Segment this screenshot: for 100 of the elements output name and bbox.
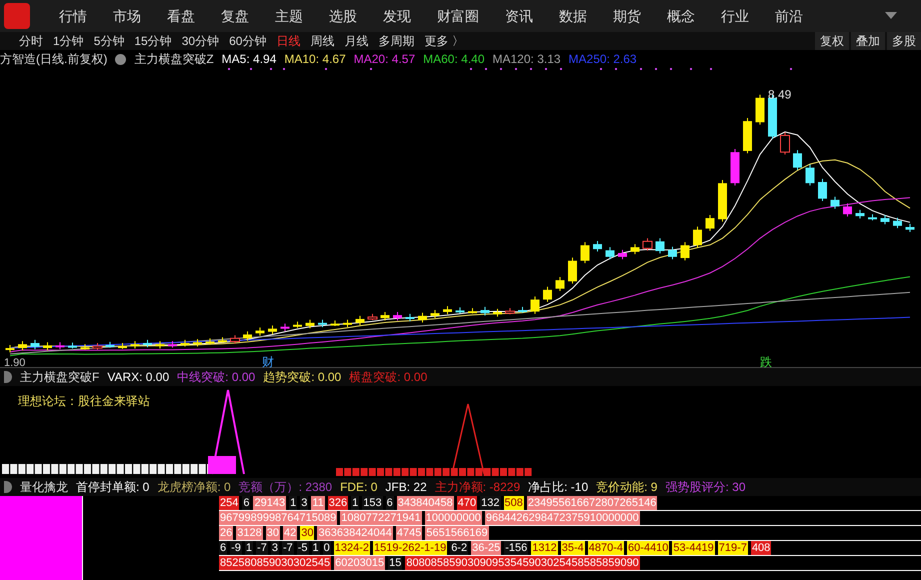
number-run: 60203015 — [334, 556, 386, 570]
number-run: 132 — [480, 496, 500, 510]
toolbar-button[interactable]: 多股 — [887, 32, 921, 50]
menu-item[interactable]: 复盘 — [208, 6, 262, 26]
candlestick — [706, 214, 714, 232]
number-run: 326 — [328, 496, 348, 510]
number-run: 9679989998764715089 — [219, 511, 338, 525]
candlestick — [230, 334, 240, 344]
legend-value: 中线突破: 0.00 — [177, 369, 256, 386]
number-run: -7 — [282, 541, 294, 555]
number-run: 1 — [312, 541, 320, 555]
candlestick — [593, 240, 602, 252]
number-run: -9 — [230, 541, 242, 555]
legend-value: MA5: 4.94 — [222, 51, 276, 68]
candlestick — [468, 308, 477, 314]
period-tab[interactable]: 多周期 — [373, 32, 420, 50]
candlestick — [356, 315, 364, 326]
candlestick — [656, 238, 664, 254]
number-run: 30 — [266, 526, 280, 540]
number-run: 852580859030302545 — [219, 556, 332, 570]
candlestick — [268, 325, 277, 335]
candlestick — [118, 342, 127, 350]
candlestick — [756, 94, 764, 126]
number-run: 6 — [219, 541, 228, 555]
period-tab[interactable]: 月线 — [339, 32, 374, 50]
menu-item[interactable]: 前沿 — [762, 6, 816, 26]
number-run: 6 — [242, 496, 250, 510]
menu-item[interactable]: 主题 — [262, 6, 316, 26]
number-run: 508 — [504, 496, 524, 510]
menu-item[interactable]: 财富圈 — [424, 6, 492, 26]
candlestick — [393, 311, 402, 321]
menu-item[interactable]: 发现 — [370, 6, 424, 26]
toolbar-button[interactable]: 复权 — [815, 32, 849, 50]
candlestick — [143, 339, 152, 348]
candlestick — [106, 341, 114, 348]
candlestick — [518, 306, 527, 314]
menu-item[interactable]: 行情 — [46, 6, 100, 26]
candlestick — [168, 340, 177, 348]
period-tab[interactable]: 1分钟 — [48, 32, 89, 50]
candlestick — [80, 344, 90, 350]
period-tab[interactable]: 更多 〉 — [419, 32, 469, 50]
menu-item[interactable]: 资讯 — [492, 6, 546, 26]
menu-item[interactable]: 市场 — [100, 6, 154, 26]
legend-value: 横盘突破: 0.00 — [349, 369, 428, 386]
candlestick — [406, 313, 414, 322]
legend-value: 主力净额: -8229 — [434, 479, 520, 496]
candlestick — [456, 306, 464, 314]
menu-item[interactable]: 期货 — [600, 6, 654, 26]
chart-marker: 跌 — [760, 355, 772, 368]
menu-item[interactable]: 数据 — [546, 6, 600, 26]
candlestick — [618, 249, 627, 260]
number-run: 1324-2 — [334, 541, 370, 555]
period-tab[interactable]: 日线 — [271, 32, 306, 50]
candlestick — [480, 306, 490, 316]
candlestick — [906, 223, 914, 233]
candlestick — [743, 117, 752, 154]
menu-item[interactable]: 选股 — [316, 6, 370, 26]
number-run: 6-2 — [450, 541, 468, 555]
legend-value: 首停封单额: 0 — [76, 479, 150, 496]
indicator-name: 主力横盘突破F — [20, 369, 100, 386]
legend-value: VARX: 0.00 — [107, 369, 170, 386]
number-run: 30 — [300, 526, 314, 540]
menu-item[interactable]: 行业 — [708, 6, 762, 26]
candlestick — [56, 342, 64, 350]
candlestick — [556, 276, 564, 292]
dropdown-icon[interactable] — [885, 12, 897, 20]
period-tab[interactable]: 周线 — [305, 32, 340, 50]
number-run: 11 — [311, 496, 325, 510]
candlestick — [780, 132, 790, 155]
candlestick — [293, 321, 302, 328]
legend-value: 强势股评分: 30 — [665, 479, 746, 496]
candlestick — [493, 308, 502, 318]
number-run: 6 — [386, 496, 394, 510]
period-tab[interactable]: 5分钟 — [88, 32, 130, 50]
legend-value: MA120: 3.13 — [492, 51, 561, 68]
candlestick — [818, 178, 827, 202]
number-run: 29143 — [253, 496, 286, 510]
candlestick — [880, 214, 890, 225]
candlestick — [343, 319, 352, 328]
candlestick — [530, 296, 540, 314]
legend-value: JFB: 22 — [385, 479, 427, 496]
candlestick — [580, 242, 590, 264]
number-run: 15 — [388, 556, 402, 570]
period-tab[interactable]: 分时 — [14, 32, 48, 50]
candlestick — [693, 226, 702, 248]
toolbar-button[interactable]: 叠加 — [851, 32, 885, 50]
number-run: 1080772271941 — [340, 511, 422, 525]
menu-item[interactable]: 概念 — [654, 6, 708, 26]
period-tab[interactable]: 60分钟 — [224, 32, 272, 50]
period-tab[interactable]: 30分钟 — [176, 32, 224, 50]
number-run: 36-25 — [471, 541, 502, 555]
number-run: 3 — [270, 541, 279, 555]
candlestick — [893, 217, 902, 229]
candlestick — [430, 310, 440, 319]
number-run: 60-4410 — [627, 541, 670, 555]
candlestick — [668, 246, 677, 260]
menu-item[interactable]: 看盘 — [154, 6, 208, 26]
candlestick — [330, 320, 340, 326]
number-run: -7 — [256, 541, 268, 555]
period-tab[interactable]: 15分钟 — [129, 32, 177, 50]
